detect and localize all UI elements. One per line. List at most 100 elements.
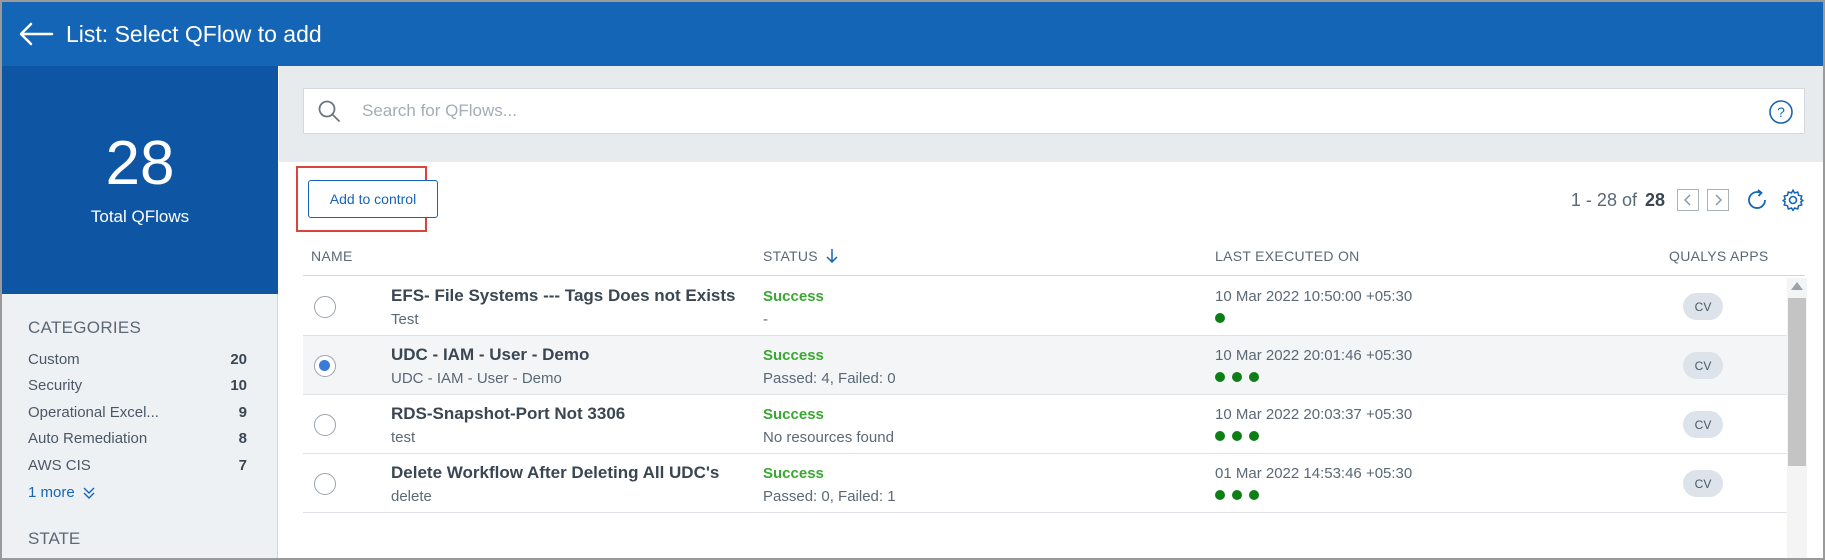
category-count: 9	[238, 403, 247, 421]
qflow-table-body: EFS- File Systems --- Tags Does not Exis…	[303, 277, 1805, 558]
settings-icon[interactable]	[1781, 188, 1805, 212]
column-header-qualys-apps: QUALYS APPS	[1669, 248, 1769, 264]
category-label: Security	[28, 377, 83, 395]
qualys-app-badge: CV	[1683, 293, 1723, 320]
prev-page-icon	[1684, 194, 1691, 206]
search-area: ?	[279, 66, 1823, 162]
more-categories-label: 1 more	[28, 484, 75, 501]
status-text: Success	[763, 288, 824, 305]
table-row[interactable]: EFS- File Systems --- Tags Does not Exis…	[303, 277, 1805, 336]
table-scrollbar[interactable]	[1787, 278, 1807, 558]
qflow-description: delete	[391, 488, 432, 505]
column-header-status[interactable]: STATUS	[763, 248, 838, 264]
pagination: 1 - 28 of 28	[1571, 188, 1805, 212]
execution-dot	[1249, 490, 1259, 500]
column-header-last-executed[interactable]: LAST EXECUTED ON	[1215, 248, 1360, 264]
qflow-description: test	[391, 429, 416, 446]
back-arrow-icon[interactable]	[16, 20, 56, 48]
dialog-frame: List: Select QFlow to add 28 Total QFlow…	[0, 0, 1825, 560]
execution-dot	[1215, 431, 1225, 441]
pagination-range: 1 - 28 of	[1570, 189, 1637, 210]
svg-text:?: ?	[1777, 104, 1785, 120]
more-categories-link[interactable]: 1 more	[28, 481, 277, 505]
sidebar: 28 Total QFlows CATEGORIES Custom 20 Sec…	[2, 66, 278, 558]
category-item-custom[interactable]: Custom 20	[28, 346, 247, 373]
add-to-control-button[interactable]: Add to control	[308, 180, 438, 218]
pagination-total: 28	[1644, 189, 1665, 210]
chevron-double-down-icon	[83, 487, 95, 499]
status-detail: No resources found	[763, 429, 894, 446]
row-radio[interactable]	[314, 296, 336, 318]
search-input[interactable]	[362, 101, 1742, 121]
status-text: Success	[763, 406, 824, 423]
table-row[interactable]: RDS-Snapshot-Port Not 3306 test Success …	[303, 395, 1805, 454]
execution-dot	[1232, 431, 1242, 441]
category-count: 8	[238, 430, 247, 448]
category-count: 20	[230, 350, 247, 368]
categories-title: CATEGORIES	[28, 318, 142, 337]
qualys-app-badge: CV	[1683, 352, 1723, 379]
row-radio[interactable]	[314, 355, 336, 377]
category-item-auto-remediation[interactable]: Auto Remediation 8	[28, 426, 247, 453]
execution-dot	[1232, 372, 1242, 382]
category-label: Custom	[28, 350, 80, 368]
sort-down-icon	[826, 249, 838, 264]
status-text: Success	[763, 347, 824, 364]
last-executed-date: 01 Mar 2022 14:53:46 +05:30	[1215, 465, 1413, 482]
category-count: 7	[238, 456, 247, 474]
execution-dot	[1232, 490, 1242, 500]
qualys-app-badge: CV	[1683, 470, 1723, 497]
table-row[interactable]: Delete Workflow After Deleting All UDC's…	[303, 454, 1805, 513]
search-icon	[318, 100, 340, 122]
table-row[interactable]: UDC - IAM - User - Demo UDC - IAM - User…	[303, 336, 1805, 395]
category-label: AWS CIS	[28, 456, 91, 474]
execution-dots	[1215, 490, 1266, 500]
category-label: Auto Remediation	[28, 430, 148, 448]
category-item-security[interactable]: Security 10	[28, 373, 247, 400]
status-detail: -	[763, 311, 768, 328]
total-count: 28	[105, 129, 175, 198]
next-page-button[interactable]	[1707, 189, 1729, 211]
row-radio[interactable]	[314, 473, 336, 495]
execution-dot	[1215, 313, 1225, 323]
search-box: ?	[303, 88, 1805, 134]
last-executed-date: 10 Mar 2022 20:01:46 +05:30	[1215, 347, 1413, 364]
scroll-up-arrow[interactable]	[1791, 282, 1803, 290]
state-title: STATE	[28, 528, 81, 548]
qflow-name: EFS- File Systems --- Tags Does not Exis…	[391, 286, 736, 305]
qflow-name: UDC - IAM - User - Demo	[391, 345, 590, 364]
category-count: 10	[230, 377, 247, 395]
refresh-icon[interactable]	[1745, 188, 1769, 212]
help-icon[interactable]: ?	[1768, 99, 1794, 125]
total-qflows-card: 28 Total QFlows	[2, 66, 278, 294]
table-header: NAME STATUS LAST EXECUTED ON QUALYS APPS	[303, 234, 1805, 276]
execution-dot	[1215, 490, 1225, 500]
status-detail: Passed: 0, Failed: 1	[763, 488, 896, 505]
status-detail: Passed: 4, Failed: 0	[763, 370, 896, 387]
execution-dots	[1215, 372, 1266, 382]
categories-list: Custom 20 Security 10 Operational Excel.…	[28, 346, 247, 479]
category-item-aws-cis[interactable]: AWS CIS 7	[28, 452, 247, 479]
page-title: List: Select QFlow to add	[66, 20, 322, 47]
last-executed-date: 10 Mar 2022 20:03:37 +05:30	[1215, 406, 1413, 423]
header-bar: List: Select QFlow to add	[2, 2, 1823, 66]
total-label: Total QFlows	[90, 207, 190, 226]
category-item-operational-excellence[interactable]: Operational Excel... 9	[28, 399, 247, 426]
category-label: Operational Excel...	[28, 403, 159, 421]
column-header-status-label: STATUS	[763, 248, 818, 264]
execution-dot	[1215, 372, 1225, 382]
main-panel: ? Add to control 1 - 28 of 28	[279, 66, 1823, 558]
scroll-thumb[interactable]	[1788, 298, 1806, 466]
row-radio[interactable]	[314, 414, 336, 436]
qflow-description: UDC - IAM - User - Demo	[391, 370, 562, 387]
prev-page-button[interactable]	[1677, 189, 1699, 211]
next-page-icon	[1715, 194, 1722, 206]
execution-dots	[1215, 313, 1232, 323]
execution-dot	[1249, 431, 1259, 441]
column-header-name[interactable]: NAME	[311, 248, 353, 264]
execution-dot	[1249, 372, 1259, 382]
qflow-description: Test	[391, 311, 419, 328]
last-executed-date: 10 Mar 2022 10:50:00 +05:30	[1215, 288, 1413, 305]
qflow-name: Delete Workflow After Deleting All UDC's	[391, 463, 720, 482]
qualys-app-badge: CV	[1683, 411, 1723, 438]
